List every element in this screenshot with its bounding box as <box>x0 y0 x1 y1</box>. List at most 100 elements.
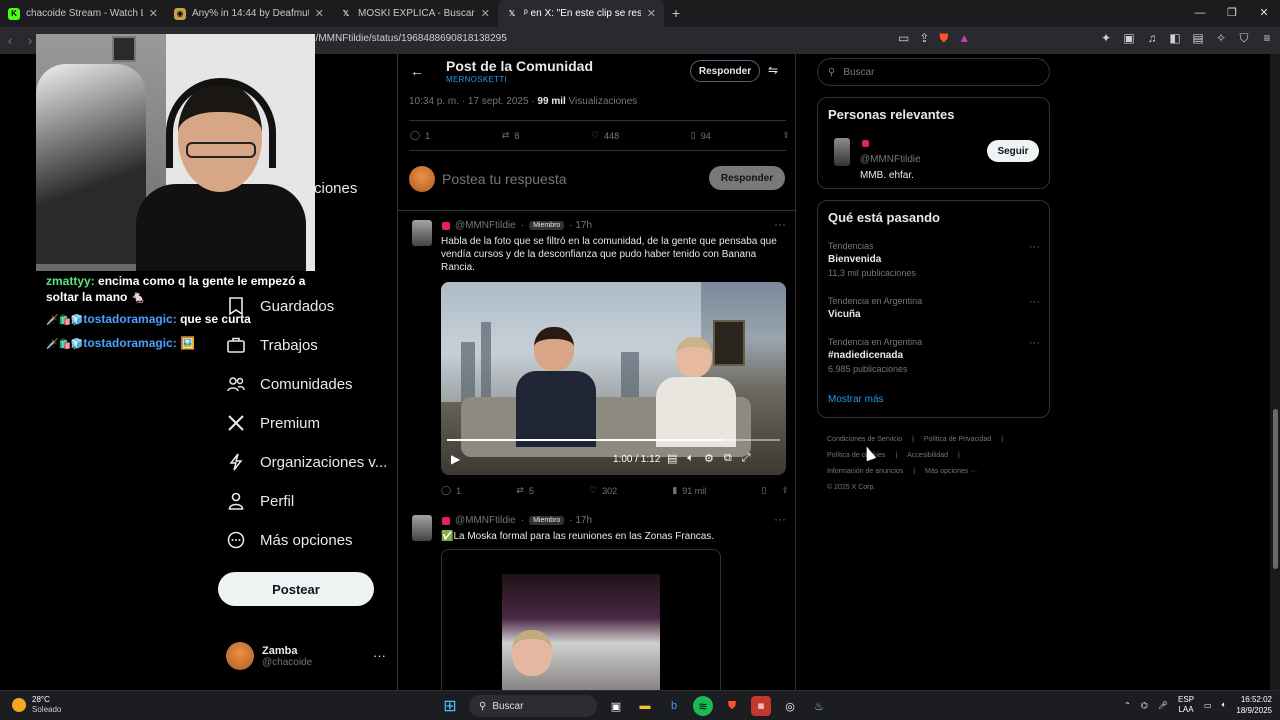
play-icon[interactable]: ▶ <box>451 452 460 466</box>
weather-widget[interactable]: 28°C Soleado <box>12 695 61 715</box>
more-icon[interactable]: ··· <box>1029 296 1040 308</box>
post-handle[interactable]: @MMNFtildie <box>455 220 516 231</box>
community-name[interactable]: MERNOSKETTI <box>446 75 507 84</box>
avatar[interactable] <box>834 138 850 166</box>
close-tab-icon[interactable]: ✕ <box>315 7 324 20</box>
views-action[interactable]: ▮ 91 mil <box>672 485 706 496</box>
footer-link[interactable]: Accesibilidad <box>907 452 948 459</box>
extensions-icon[interactable]: ✦ <box>1099 31 1113 46</box>
nav-item-organizations[interactable]: Organizaciones v... <box>226 452 387 472</box>
music-icon[interactable]: ♫ <box>1145 31 1159 46</box>
nav-item-partial[interactable]: ciones <box>314 180 357 197</box>
post-handle[interactable]: @MMNFtildie <box>455 515 516 526</box>
leo-icon[interactable]: ✧ <box>1214 31 1228 46</box>
streaming-app-icon[interactable]: ▦ <box>751 696 771 716</box>
network-icon[interactable]: ⌬ <box>1141 701 1148 710</box>
share-action[interactable]: ⇪ <box>782 130 790 141</box>
trend-item[interactable]: Tendencia en Argentina #nadiedicenada 6.… <box>828 337 1040 374</box>
captions-icon[interactable]: ▤ <box>667 452 677 465</box>
share-icon[interactable]: ⇪ <box>919 31 929 46</box>
browser-tab-0[interactable]: K chacoide Stream - Watch Live on ✕ <box>0 0 166 27</box>
media-card[interactable] <box>441 549 721 690</box>
nav-item-more[interactable]: Más opciones <box>226 530 353 550</box>
more-icon[interactable]: ··· <box>774 217 786 231</box>
reply-action[interactable]: ◯ 1 <box>410 130 430 141</box>
page-scrollbar[interactable] <box>1270 54 1280 690</box>
share-icon[interactable]: ⇪ <box>781 485 789 496</box>
close-tab-icon[interactable]: ✕ <box>481 7 490 20</box>
trend-item[interactable]: Tendencias Bienvenida 11,3 mil publicaci… <box>828 241 1040 278</box>
close-tab-icon[interactable]: ✕ <box>647 7 656 20</box>
post-timestamp[interactable]: 10:34 p. m. · 17 sept. 2025 · <box>409 96 537 107</box>
settings-gear-icon[interactable]: ⚙ <box>704 452 714 465</box>
close-window-icon[interactable]: ✕ <box>1248 0 1280 27</box>
video-progress-bar[interactable] <box>447 439 780 441</box>
restore-icon[interactable]: ❐ <box>1216 0 1248 27</box>
footer-link[interactable]: Política de Privacidad <box>924 436 991 443</box>
microphone-icon[interactable]: 🎤︎ <box>1158 701 1168 710</box>
browser-tab-2[interactable]: 𝕏 MOSKI EXPLICA - Buscar / X ✕ <box>332 0 498 27</box>
url-field[interactable]: n/MMNFtildie/status/1968488690818138295 <box>310 33 507 44</box>
account-switcher[interactable]: Zamba @chacoide ··· <box>226 642 386 670</box>
fullscreen-icon[interactable]: ⤢ <box>742 452 751 465</box>
more-icon[interactable]: ··· <box>1029 337 1040 349</box>
vpn-icon[interactable]: ⛉ <box>1237 31 1251 46</box>
brave-rewards-icon[interactable]: ▲ <box>958 31 970 46</box>
reply-submit-button[interactable]: Responder <box>709 166 785 190</box>
footer-link[interactable]: Más opciones ··· <box>925 468 977 475</box>
show-more-link[interactable]: Mostrar más <box>828 394 884 405</box>
post-time[interactable]: · 17h <box>569 515 592 526</box>
more-icon[interactable]: ··· <box>1029 241 1040 253</box>
footer-link[interactable]: Política de cookies <box>827 452 885 459</box>
footer-link[interactable]: Condiciones de Servicio <box>827 436 902 443</box>
speaker-icon[interactable]: 🔈︎ <box>1222 700 1227 710</box>
bookmark-icon[interactable]: ▯ <box>761 485 766 496</box>
volume-icon[interactable]: 🔈︎ <box>687 452 694 465</box>
windows-start-icon[interactable]: ⊞ <box>440 696 460 716</box>
footer-link[interactable]: Información de anuncios <box>827 468 903 475</box>
user-handle[interactable]: @MMNFtildie <box>860 154 921 165</box>
more-icon[interactable]: ··· <box>373 648 386 663</box>
wallet-icon[interactable]: ▤ <box>1191 31 1205 46</box>
brave-shield-icon[interactable]: ⛊ <box>939 31 948 46</box>
settings-sliders-icon[interactable]: ⇋ <box>768 63 778 77</box>
close-tab-icon[interactable]: ✕ <box>149 7 158 20</box>
obs-icon[interactable]: ◎ <box>780 696 800 716</box>
like-action[interactable]: ♡ 448 <box>591 130 619 141</box>
nav-item-profile[interactable]: Perfil <box>226 491 294 511</box>
back-arrow-icon[interactable]: ← <box>410 63 424 79</box>
reply-button[interactable]: Responder <box>690 60 760 82</box>
nav-item-premium[interactable]: Premium <box>226 413 320 433</box>
scrollbar-thumb[interactable] <box>1273 409 1278 569</box>
chevron-up-icon[interactable]: ⌃ <box>1124 701 1131 710</box>
repost-action[interactable]: ⇄ 5 <box>516 485 534 496</box>
browser-tab-1[interactable]: ◉ Any% in 14:44 by Deafmute - Only U ✕ <box>166 0 332 27</box>
bookmark-action[interactable]: ▯ 94 <box>691 130 711 141</box>
post-time[interactable]: · 17h <box>569 220 592 231</box>
file-explorer-icon[interactable]: ▬ <box>635 696 655 716</box>
reply-input[interactable]: Postea tu respuesta <box>442 171 567 187</box>
pip-icon[interactable]: ⧉ <box>724 452 732 465</box>
system-clock[interactable]: 16:52:02 18/9/2025 <box>1236 694 1272 716</box>
like-action[interactable]: ♡ 302 <box>589 485 617 496</box>
sidebar-icon[interactable]: ◧ <box>1168 31 1182 46</box>
repost-action[interactable]: ⇄ 8 <box>502 130 520 141</box>
display-icon[interactable]: ▭ <box>1204 701 1212 710</box>
trend-item[interactable]: Tendencia en Argentina Vicuña ··· <box>828 296 1040 320</box>
minimize-icon[interactable]: — <box>1184 0 1216 27</box>
reply-action[interactable]: ◯ 1 <box>441 485 461 496</box>
brave-icon[interactable]: ⛊ <box>722 696 742 716</box>
new-tab-button[interactable]: + <box>664 0 688 27</box>
video-player[interactable]: ▶ 1:00 / 1:12 ▤ 🔈︎ ⚙ ⧉ ⤢ <box>441 282 786 475</box>
nav-item-communities[interactable]: Comunidades <box>226 374 353 394</box>
cast-icon[interactable]: ▭ <box>898 31 909 46</box>
post-button[interactable]: Postear <box>218 572 374 606</box>
browser-tab-3[interactable]: 𝕏 ⁠ᵖ en X: "En este clip se resume ✕ <box>498 0 664 27</box>
task-view-icon[interactable]: ▣ <box>606 696 626 716</box>
spotify-icon[interactable]: ≋ <box>693 696 713 716</box>
taskbar-search[interactable]: ⚲ Buscar <box>469 695 597 717</box>
search-input[interactable]: ⚲ Buscar <box>817 58 1050 86</box>
follow-button[interactable]: Seguir <box>987 140 1039 162</box>
bing-icon[interactable]: b <box>664 696 684 716</box>
menu-icon[interactable]: ≡ <box>1260 31 1274 46</box>
